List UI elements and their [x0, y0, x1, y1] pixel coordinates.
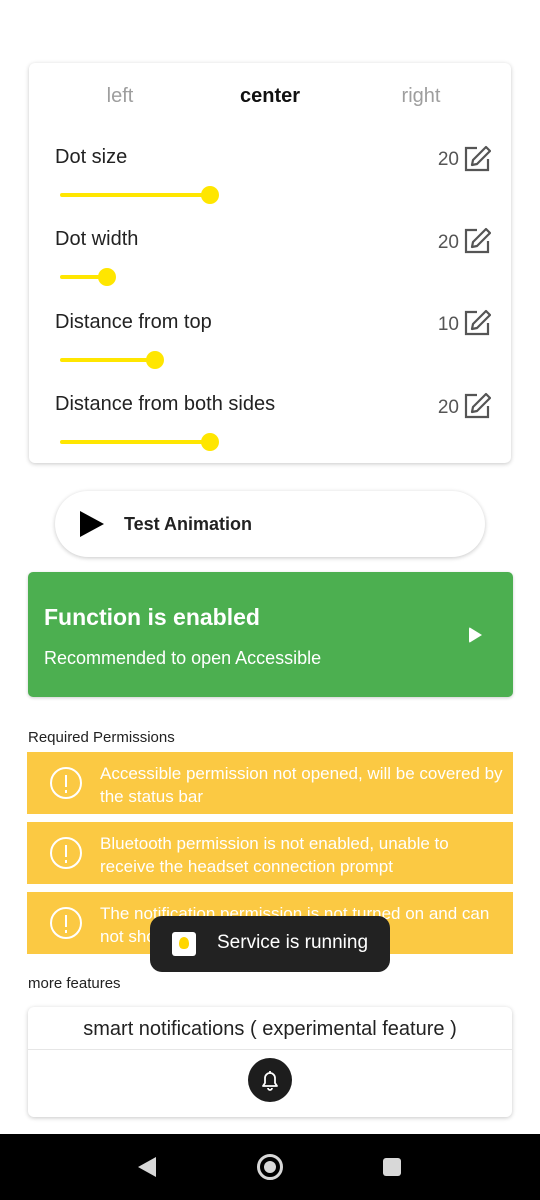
slider-track	[60, 358, 155, 362]
dot-size-value: 20	[437, 149, 459, 170]
system-navigation-bar	[0, 1134, 540, 1200]
slider-track	[60, 193, 210, 197]
permission-item[interactable]: Accessible permission not opened, will b…	[27, 752, 513, 814]
arrow-right-icon	[469, 627, 482, 643]
divider	[28, 1049, 512, 1050]
smart-notifications-title: smart notifications ( experimental featu…	[83, 1018, 457, 1040]
dot-width-value: 20	[437, 232, 459, 253]
slider-thumb[interactable]	[146, 351, 164, 369]
recent-apps-icon[interactable]	[383, 1158, 401, 1176]
warning-icon	[50, 837, 82, 869]
permission-text: Bluetooth permission is not enabled, una…	[100, 834, 449, 876]
dot-size-slider[interactable]	[60, 186, 219, 204]
distance-from-top-slider[interactable]	[60, 351, 164, 369]
warning-icon	[50, 907, 82, 939]
slider-track	[60, 440, 210, 444]
tab-left[interactable]: left	[107, 85, 134, 108]
permission-text: Accessible permission not opened, will b…	[100, 764, 503, 806]
status-title: Function is enabled	[44, 604, 260, 630]
tab-center[interactable]: center	[240, 85, 300, 108]
position-tabs: left center right	[29, 85, 511, 115]
back-icon[interactable]	[138, 1157, 156, 1177]
dot-size-label: Dot size	[55, 146, 128, 168]
distance-from-top-value: 10	[437, 314, 459, 335]
more-features-title: more features	[28, 975, 121, 992]
app-icon	[172, 932, 196, 956]
distance-from-both-sides-slider[interactable]	[60, 433, 219, 451]
home-icon[interactable]	[257, 1154, 283, 1180]
edit-icon[interactable]	[463, 309, 491, 337]
required-permissions-title: Required Permissions	[28, 729, 175, 746]
edit-icon[interactable]	[463, 227, 491, 255]
distance-from-both-sides-label: Distance from both sides	[55, 393, 276, 415]
dot-width-label: Dot width	[55, 228, 139, 250]
function-status-card[interactable]: Function is enabled Recommended to open …	[28, 572, 513, 697]
position-settings-card: left center right Dot size 20 Dot width …	[29, 63, 511, 463]
slider-thumb[interactable]	[201, 186, 219, 204]
distance-from-both-sides-value: 20	[437, 397, 459, 418]
play-icon	[80, 511, 104, 537]
slider-thumb[interactable]	[201, 433, 219, 451]
edit-icon[interactable]	[463, 392, 491, 420]
toast-message: Service is running	[150, 916, 390, 972]
tab-right[interactable]: right	[402, 85, 441, 108]
bell-icon	[262, 1071, 278, 1091]
slider-thumb[interactable]	[98, 268, 116, 286]
app-screen: left center right Dot size 20 Dot width …	[0, 0, 540, 1200]
warning-icon	[50, 767, 82, 799]
distance-from-top-label: Distance from top	[55, 311, 212, 333]
smart-notifications-card[interactable]: smart notifications ( experimental featu…	[28, 1007, 512, 1117]
test-animation-label: Test Animation	[124, 514, 253, 534]
dot-width-slider[interactable]	[60, 268, 116, 286]
bell-button[interactable]	[248, 1058, 292, 1102]
permission-item[interactable]: Bluetooth permission is not enabled, una…	[27, 822, 513, 884]
toast-text: Service is running	[217, 932, 369, 953]
test-animation-button[interactable]: Test Animation	[55, 491, 485, 557]
status-subtitle: Recommended to open Accessible	[44, 648, 322, 668]
edit-icon[interactable]	[463, 145, 491, 173]
